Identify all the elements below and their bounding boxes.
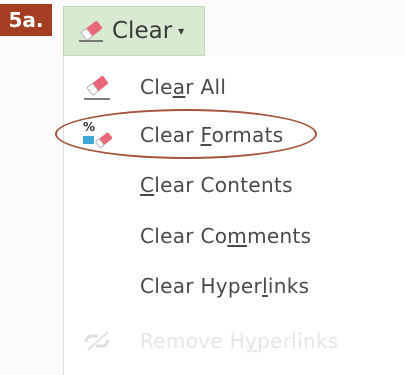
menu-item-label: Clear Formats: [140, 123, 284, 147]
menu-item-clear-hyperlinks[interactable]: Clear Hyperlinks: [64, 261, 406, 311]
menu-item-label: Clear Contents: [140, 173, 293, 197]
menu-item-label: Clear Comments: [140, 224, 312, 248]
clear-button-label: Clear: [112, 18, 173, 44]
eraser-icon: [76, 19, 106, 43]
menu-item-label: Clear All: [140, 75, 227, 99]
menu-item-clear-contents[interactable]: Clear Contents: [64, 160, 406, 210]
eraser-icon: [80, 72, 114, 102]
menu-item-label: Remove Hyperlinks: [140, 329, 339, 353]
clear-formats-icon: %: [80, 120, 114, 150]
clear-dropdown-button[interactable]: Clear ▾: [63, 6, 205, 56]
menu-item-clear-all[interactable]: Clear All: [64, 62, 406, 112]
stage: 5a. Clear ▾ Clear All % Clear Formats Cl…: [0, 0, 406, 375]
remove-hyperlink-icon: [80, 326, 114, 356]
step-badge: 5a.: [0, 4, 52, 36]
menu-item-clear-formats[interactable]: % Clear Formats: [64, 110, 406, 160]
menu-item-label: Clear Hyperlinks: [140, 274, 310, 298]
menu-item-clear-comments[interactable]: Clear Comments: [64, 211, 406, 261]
clear-menu: Clear All % Clear Formats Clear Contents: [63, 56, 406, 375]
menu-item-remove-hyperlinks: Remove Hyperlinks: [64, 316, 406, 366]
chevron-down-icon: ▾: [178, 24, 185, 38]
svg-text:%: %: [83, 120, 95, 134]
